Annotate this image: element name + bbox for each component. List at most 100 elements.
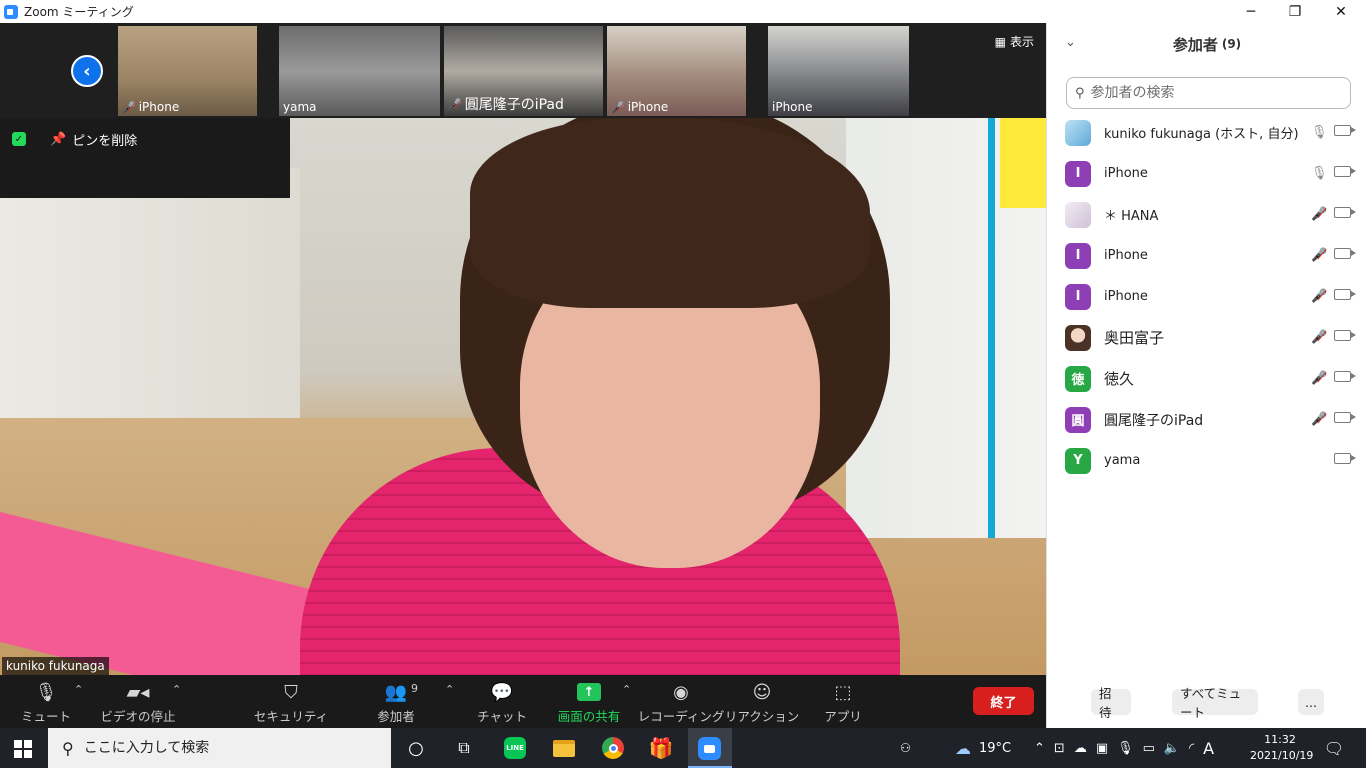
ime-mode-indicator[interactable]: A (1203, 739, 1214, 758)
video-area: ‹ 🎤̸ iPhone yama 🎤̸ 圓尾隆子のiPad 🎤̸ iPhone iPh… (0, 23, 1046, 675)
cortana-circle-icon[interactable]: ○ (404, 736, 428, 760)
smiley-plus-icon: ☺ (752, 681, 772, 703)
zoom-taskbar-button[interactable] (688, 728, 732, 768)
list-item[interactable]: I iPhone 🎙 (1047, 153, 1366, 194)
invite-button[interactable]: 招待 (1091, 686, 1131, 720)
mute-all-button[interactable]: すべてミュート (1172, 686, 1258, 720)
minimize-button[interactable]: ─ (1228, 0, 1274, 23)
video-thumbnail[interactable]: yama (279, 26, 440, 116)
video-thumbnail[interactable]: 🎤̸ iPhone (607, 26, 746, 116)
taskbar-search[interactable]: ⚲ (48, 728, 391, 768)
window-titlebar: Zoom ミーティング ─ ❐ ✕ (0, 0, 1366, 23)
participant-name: 徳久 (1104, 370, 1135, 388)
recording-button[interactable]: ◉ レコーディング (638, 681, 725, 725)
video-camera-icon[interactable] (1334, 207, 1356, 218)
taskbar-search-input[interactable] (83, 740, 364, 756)
participants-button[interactable]: 👥 参加者 (376, 681, 416, 725)
task-view-icon[interactable]: ⧉ (452, 736, 476, 760)
participant-name: iPhone (1104, 289, 1148, 304)
grid-icon: ▦ (994, 34, 1006, 49)
mic-muted-icon[interactable]: 🎤̸ (1311, 248, 1327, 263)
microphone-icon[interactable]: 🎙 (1311, 166, 1328, 181)
pin-icon: 📌 (50, 132, 67, 147)
participant-name: kuniko fukunaga (ホスト, 自分) (1104, 127, 1299, 142)
avatar: 圓 (1065, 406, 1091, 433)
encryption-shield-icon[interactable]: ✓ (12, 132, 26, 146)
participant-name: iPhone (1104, 248, 1148, 263)
video-thumbnail[interactable]: 🎤̸ 圓尾隆子のiPad (444, 26, 603, 116)
participants-options-caret-icon[interactable]: ⌃ (445, 683, 454, 696)
video-thumbnail[interactable]: 🎤̸ iPhone (118, 26, 257, 116)
show-label: 表示 (1009, 35, 1034, 49)
video-thumbnail[interactable]: iPhone (768, 26, 909, 116)
screen-capture-icon[interactable]: ▣ (1096, 741, 1108, 756)
video-camera-icon[interactable] (1334, 412, 1356, 423)
apps-icon: ⬚ (834, 681, 852, 703)
apps-button[interactable]: ⬚ アプリ (824, 681, 862, 725)
list-item[interactable]: 奥田富子 🎤̸ (1047, 317, 1366, 358)
more-options-button[interactable]: ... (1298, 689, 1324, 715)
gift-icon[interactable]: 🎁 (649, 736, 674, 760)
list-item[interactable]: 圓 圓尾隆子のiPad 🎤̸ (1047, 399, 1366, 440)
list-item[interactable]: I iPhone 🎤̸ (1047, 276, 1366, 317)
mute-button[interactable]: 🎙 ミュート (21, 681, 71, 725)
system-tray: ⌃ ⊡ ☁ ▣ 🎙 ▭ 🔈 ◜ A (1034, 728, 1214, 768)
wifi-icon[interactable]: ◜ (1189, 741, 1194, 756)
list-item[interactable]: I iPhone 🎤̸ (1047, 235, 1366, 276)
thumbnail-name: iPhone (772, 100, 813, 114)
chrome-icon[interactable] (601, 736, 625, 760)
participant-search[interactable]: ⚲ (1066, 77, 1351, 109)
chat-button[interactable]: 💬 チャット (477, 681, 527, 725)
security-button[interactable]: ⛉ セキュリティ (254, 681, 328, 725)
list-item[interactable]: Y yama (1047, 440, 1366, 481)
weather-widget[interactable]: ☁ 19°C (955, 728, 1011, 768)
meet-now-icon[interactable]: ⊡ (1054, 741, 1065, 756)
close-window-button[interactable]: ✕ (1318, 0, 1364, 23)
taskbar-clock[interactable]: 11:32 2021/10/19 (1250, 732, 1313, 764)
mic-muted-icon: 🎤̸ (611, 100, 625, 114)
volume-icon[interactable]: 🔈 (1164, 741, 1180, 756)
notification-center-icon[interactable]: 🗨 (1322, 736, 1346, 760)
avatar: I (1065, 283, 1091, 310)
maximize-button[interactable]: ❐ (1272, 0, 1318, 23)
people-tray-icon[interactable]: ⚇ (900, 728, 911, 768)
participants-count-badge: 9 (411, 682, 418, 695)
video-camera-icon[interactable] (1334, 371, 1356, 382)
video-camera-icon[interactable] (1334, 166, 1356, 177)
previous-page-button[interactable]: ‹ (71, 55, 103, 87)
video-camera-icon[interactable] (1334, 330, 1356, 341)
reactions-button[interactable]: ☺ リアクション (725, 681, 799, 725)
microphone-icon[interactable]: 🎙 (1311, 125, 1328, 140)
chevron-up-icon[interactable]: ⌃ (1034, 741, 1045, 756)
microphone-icon[interactable]: 🎙 (1117, 741, 1134, 756)
mic-muted-icon[interactable]: 🎤̸ (1311, 371, 1327, 386)
list-item[interactable]: ＊ HANA 🎤̸ (1047, 194, 1366, 235)
mic-muted-icon[interactable]: 🎤̸ (1311, 289, 1327, 304)
video-options-caret-icon[interactable]: ⌃ (172, 683, 181, 696)
participant-name: iPhone (1104, 166, 1148, 181)
video-camera-icon[interactable] (1334, 248, 1356, 259)
unpin-button[interactable]: 📌 ピンを削除 (50, 130, 137, 149)
chat-bubble-icon: 💬 (490, 681, 514, 703)
participant-search-input[interactable] (1090, 85, 1331, 101)
mic-muted-icon[interactable]: 🎤̸ (1311, 330, 1327, 345)
list-item[interactable]: kuniko fukunaga (ホスト, 自分) 🎙 (1047, 112, 1366, 153)
video-camera-icon[interactable] (1334, 453, 1356, 464)
mic-muted-icon[interactable]: 🎤̸ (1311, 207, 1327, 222)
mic-muted-icon: 🎤̸ (448, 97, 462, 111)
audio-options-caret-icon[interactable]: ⌃ (74, 683, 83, 696)
file-explorer-icon[interactable] (552, 736, 576, 760)
stop-video-button[interactable]: ▰◂ ビデオの停止 (101, 681, 176, 725)
share-screen-button[interactable]: ↑ 画面の共有 (557, 681, 621, 725)
windows-start-icon[interactable] (14, 740, 32, 758)
share-options-caret-icon[interactable]: ⌃ (622, 683, 631, 696)
onedrive-cloud-icon[interactable]: ☁ (1074, 741, 1087, 756)
battery-icon[interactable]: ▭ (1143, 741, 1155, 756)
line-app-icon[interactable]: LINE (503, 736, 527, 760)
video-camera-icon[interactable] (1334, 125, 1356, 136)
mic-muted-icon[interactable]: 🎤̸ (1311, 412, 1327, 427)
show-gallery-button[interactable]: ▦ 表示 (995, 33, 1034, 50)
list-item[interactable]: 徳 徳久 🎤̸ (1047, 358, 1366, 399)
end-meeting-button[interactable]: 終了 (973, 687, 1034, 715)
video-camera-icon[interactable] (1334, 289, 1356, 300)
